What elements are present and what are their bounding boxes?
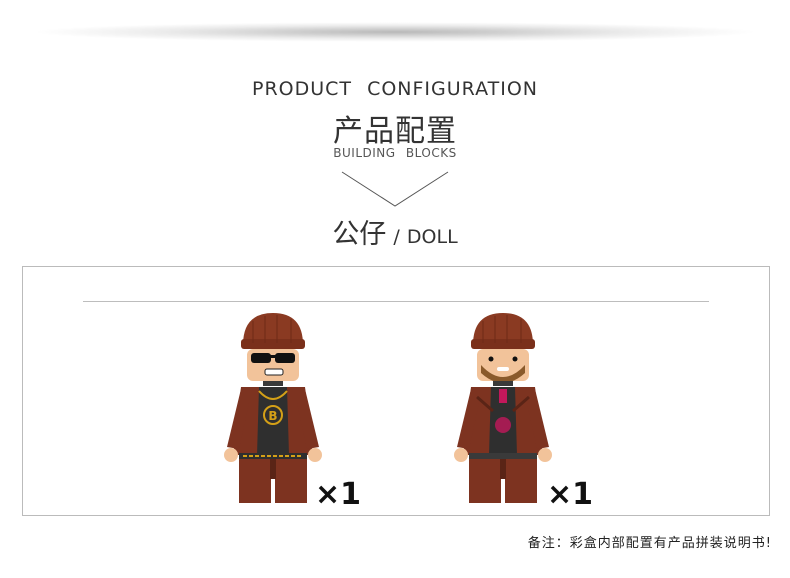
minifigure-2-image [454,313,552,503]
section-label-en: DOLL [406,226,458,248]
panel-divider [83,301,709,302]
section-label-separator: / [393,226,400,248]
figures-panel: B ×1 ×1 [22,266,770,516]
product-configuration-title: PRODUCT CONFIGURATION [252,78,538,100]
chevron-down-icon [341,171,449,207]
section-label: 公仔 / DOLL [0,212,790,251]
svg-text:B: B [268,409,277,423]
product-configuration-title-cn: 产品配置 [333,114,457,149]
minifigure-1-quantity: ×1 [315,477,362,512]
top-shadow-divider [30,22,760,42]
section-label-cn: 公仔 [332,219,387,250]
building-blocks-subtitle: BUILDING BLOCKS [333,146,457,160]
minifigure-2-quantity: ×1 [547,477,594,512]
footer-note: 备注：彩盒内部配置有产品拼装说明书! [527,536,772,551]
